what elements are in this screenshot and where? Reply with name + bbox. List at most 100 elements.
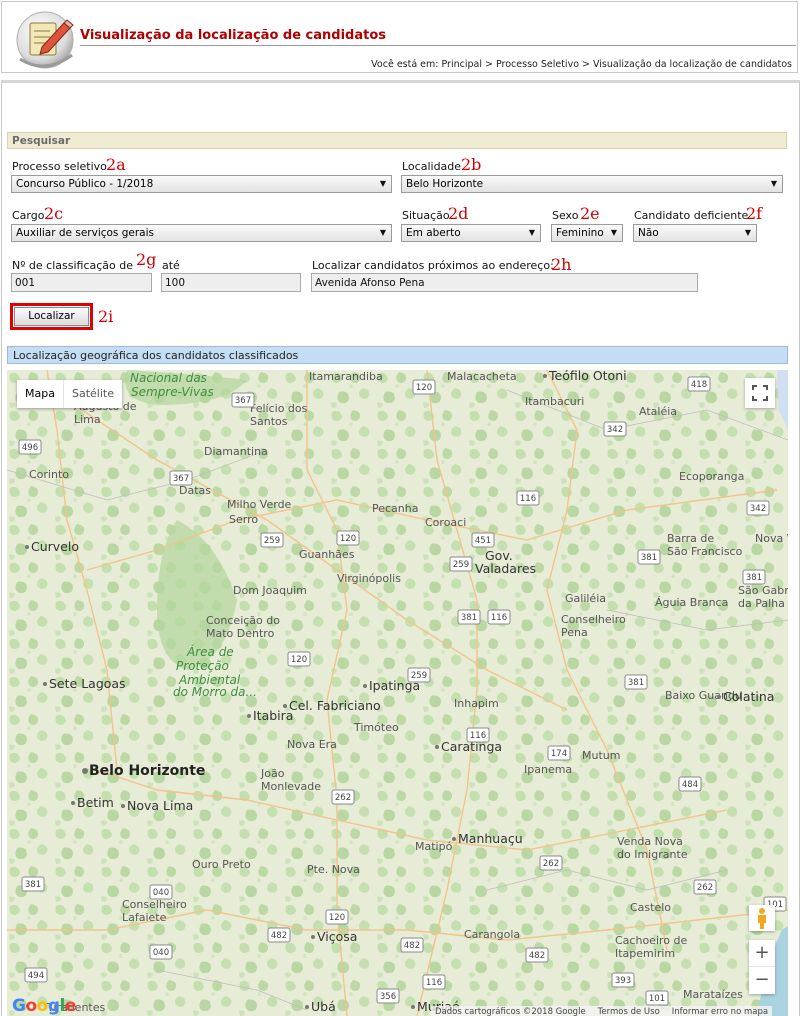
ate-label: até [162,259,180,272]
map-city-dot [121,804,125,808]
localidade-select-value: Belo Horizonte [406,178,484,190]
road-shield-number: 496 [22,443,38,453]
map-label-apa: Área de [186,644,234,659]
map-city-dot [363,684,367,688]
pegman-glyph [758,908,766,929]
map-city-label: Itabira [253,708,293,723]
map-canvas: Teófilo Otoni Itamarandiba Malacacheta Itam… [7,370,788,1016]
map-city-label: Nova Ve [755,532,788,545]
chevron-down-icon: ▼ [744,228,751,237]
localizar-button[interactable]: Localizar [14,307,89,326]
map-city-label: Nova Era [287,738,337,751]
annotation-2g: 2g [136,250,157,269]
map-section-title: Localização geográfica dos candidatos cl… [7,346,788,364]
cargo-select-value: Auxiliar de serviços gerais [16,227,155,239]
map-type-map-button[interactable]: Mapa [17,380,63,408]
title-divider [80,45,796,46]
map-city-label: Matipó [415,840,453,853]
road-shield-number: 367 [173,474,189,484]
chevron-down-icon: ▼ [528,228,535,237]
road-shield-number: 259 [264,536,280,546]
road-shield-number: 120 [329,913,345,923]
edit-document-logo-icon [16,11,74,69]
sexo-label: Sexo [552,209,579,222]
road-shield-number: 342 [750,504,766,514]
map-label-park-2: Sempre-Vivas [131,385,214,399]
road-shield-number: 259 [411,671,427,681]
classificacao-from-input[interactable]: 001 [11,273,152,292]
map-attribution: Dados cartográficos ©2018 Google Termos … [431,1006,773,1016]
map-city-dot [435,745,439,749]
zoom-out-button[interactable]: − [749,967,775,994]
road-shield-number: 342 [607,425,623,435]
map-city-label: Datas [179,484,211,497]
road-shield-number: 116 [470,731,486,741]
sexo-select[interactable]: Feminino ▼ [551,224,623,242]
road-shield-number: 120 [291,655,307,665]
endereco-input[interactable]: Avenida Afonso Pena [311,273,698,292]
road-shield-number: 262 [335,793,351,803]
map-city-dot [411,1005,415,1009]
map-city-label: Betim [77,795,114,810]
map-city-label: Ouro Preto [192,858,251,871]
deficiente-select[interactable]: Não ▼ [633,224,757,242]
map-type-satellite-button[interactable]: Satélite [62,380,122,408]
terms-link[interactable]: Termos de Uso [598,1007,660,1016]
report-error-link[interactable]: Informar erro no mapa [672,1007,768,1016]
situacao-select[interactable]: Em aberto ▼ [401,224,541,242]
road-shield-number: 116 [491,613,507,623]
map-city-label: Curvelo [31,539,79,554]
map-city-label: Conceição do Mato Dentro [206,614,280,640]
map-city-label: Teófilo Otoni [548,370,627,383]
map-city-label: Corinto [29,468,69,481]
map-city-label: Sete Lagoas [49,676,126,691]
map-city-label: Malacacheta [447,370,517,383]
cargo-select[interactable]: Auxiliar de serviços gerais ▼ [11,224,392,242]
road-shield-number: 482 [271,931,287,941]
situacao-label: Situação [402,209,450,222]
map-city-label: Viçosa [317,929,357,944]
localidade-label: Localidade [402,160,462,173]
map-viewport[interactable]: Teófilo Otoni Itamarandiba Malacacheta Itam… [7,370,788,1016]
sexo-select-value: Feminino [556,227,604,239]
map-city-label: Virginópolis [337,572,401,585]
map-city-label: Venda Nova do Imigrante [617,835,688,861]
map-city-label: Galiléia [565,592,606,605]
map-city-label: Colatina [723,689,774,704]
map-city-dot [717,695,721,699]
map-city-label: Pte. Nova [307,863,360,876]
map-city-label: Águia Branca [655,596,728,609]
street-view-pegman-icon[interactable] [749,905,775,931]
zoom-in-button[interactable]: + [749,940,775,967]
map-city-label: Diamantina [204,445,268,458]
map-city-label: Serro [229,513,258,526]
map-label-apa-2: Proteção [176,659,229,673]
map-city-dot [247,714,251,718]
road-shield-number: 482 [529,951,545,961]
map-label-apa-4: do Morro da... [173,685,257,699]
road-shield-number: 101 [649,994,665,1004]
processo-select[interactable]: Concurso Público - 1/2018 ▼ [11,175,392,193]
processo-select-value: Concurso Público - 1/2018 [16,178,154,190]
classificacao-to-input[interactable]: 100 [161,273,301,292]
road-shield-number: 120 [340,534,356,544]
road-shield-number: 381 [25,880,41,890]
annotation-2d: 2d [448,204,469,223]
road-shield-number: 116 [426,978,442,988]
map-city-label: Ipanema [524,763,572,776]
endereco-label: Localizar candidatos próximos ao endereç… [312,259,554,272]
page-header: Visualização da localização de candidato… [1,1,798,73]
road-shield-number: 262 [697,883,713,893]
map-city-dot [311,935,315,939]
annotation-2c: 2c [44,204,64,223]
chevron-down-icon: ▼ [379,228,386,237]
road-shield-number: 494 [28,971,44,981]
map-city-dot [71,801,75,805]
fullscreen-icon[interactable] [745,378,775,408]
road-shield-number: 262 [543,859,559,869]
search-section-title: Pesquisar [7,132,787,149]
road-shield-number: 381 [461,613,477,623]
localidade-select[interactable]: Belo Horizonte ▼ [401,175,783,193]
map-city-label: São Gabrielda Palha [738,584,788,610]
road-shield-number: 120 [416,383,432,393]
